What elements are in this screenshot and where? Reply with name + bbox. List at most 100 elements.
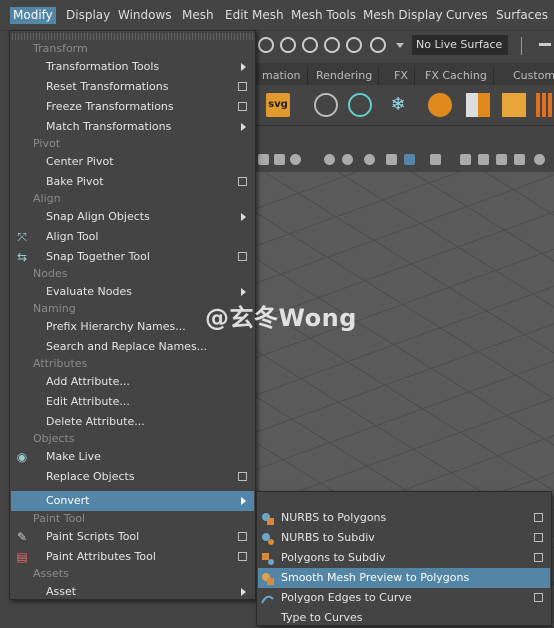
menu-windows[interactable]: Windows — [115, 7, 175, 24]
option-box-icon[interactable] — [534, 553, 543, 562]
menu-curves[interactable]: Curves — [443, 7, 491, 24]
menu-item-snap-together-tool[interactable]: ⇆ Snap Together Tool — [11, 247, 254, 267]
snap-grid-icon[interactable] — [258, 37, 274, 53]
snap-surface-icon[interactable] — [346, 37, 362, 53]
submenu-arrow-icon — [241, 123, 246, 131]
snap-curve-icon[interactable] — [280, 37, 296, 53]
grid-toggle-icon[interactable] — [514, 154, 525, 165]
shading-icon[interactable] — [258, 154, 269, 165]
menu-item-label: Reset Transformations — [46, 80, 169, 93]
option-box-icon[interactable] — [238, 552, 247, 561]
option-box-icon[interactable] — [238, 472, 247, 481]
menu-item-label: Evaluate Nodes — [46, 285, 132, 298]
clock-icon[interactable] — [348, 93, 372, 117]
exposure-icon[interactable] — [534, 154, 545, 165]
snowflake-icon[interactable]: ❄ — [386, 93, 410, 117]
brush-icon: ✎ — [16, 530, 28, 544]
menu-mesh-tools[interactable]: Mesh Tools — [288, 7, 359, 24]
tab-animation[interactable]: mation — [256, 67, 308, 85]
menu-item-reset-transformations[interactable]: Reset Transformations — [11, 77, 254, 97]
option-box-icon[interactable] — [534, 513, 543, 522]
menu-item-label: Prefix Hierarchy Names... — [46, 320, 186, 333]
menu-item-search-replace-names[interactable]: Search and Replace Names... — [11, 337, 254, 357]
menu-item-paint-scripts-tool[interactable]: ✎ Paint Scripts Tool — [11, 527, 254, 547]
menu-item-type-to-curves[interactable]: Type to Curves — [258, 608, 550, 628]
menu-display[interactable]: Display — [63, 7, 113, 24]
option-box-icon[interactable] — [238, 177, 247, 186]
menu-modify[interactable]: Modify — [10, 7, 56, 24]
menu-mesh[interactable]: Mesh — [179, 7, 217, 24]
option-box-icon[interactable] — [238, 102, 247, 111]
section-pivot: Pivot — [33, 137, 61, 150]
menu-item-nurbs-to-polygons[interactable]: NURBS to Polygons — [258, 508, 550, 528]
option-box-icon[interactable] — [238, 82, 247, 91]
menu-item-align-tool[interactable]: ⤧ Align Tool — [11, 227, 254, 247]
menu-item-convert[interactable]: Convert — [11, 491, 254, 511]
watermark: @玄冬Wong — [205, 304, 357, 332]
option-box-icon[interactable] — [238, 532, 247, 541]
gate-icon[interactable] — [478, 154, 489, 165]
menu-item-nurbs-to-subdiv[interactable]: NURBS to Subdiv — [258, 528, 550, 548]
section-paint-tool: Paint Tool — [33, 512, 86, 525]
bake-icon[interactable] — [428, 93, 452, 117]
menu-surfaces[interactable]: Surfaces — [493, 7, 551, 24]
motion-blur-icon[interactable] — [364, 154, 375, 165]
menu-item-paint-attributes-tool[interactable]: ▤ Paint Attributes Tool — [11, 547, 254, 567]
menu-item-delete-attribute[interactable]: Delete Attribute... — [11, 412, 254, 432]
align-tool-icon: ⤧ — [17, 230, 27, 244]
dropdown-arrow-icon[interactable] — [396, 43, 404, 48]
checker-icon[interactable] — [274, 154, 285, 165]
snap-live-icon[interactable] — [370, 37, 386, 53]
menu-item-asset[interactable]: Asset — [11, 582, 254, 602]
aa-icon[interactable] — [386, 154, 397, 165]
magnet-icon: ◉ — [16, 450, 28, 464]
menu-item-freeze-transformations[interactable]: Freeze Transformations — [11, 97, 254, 117]
tab-custom[interactable]: Custom — [507, 67, 554, 85]
menu-item-add-attribute[interactable]: Add Attribute... — [11, 372, 254, 392]
menu-item-center-pivot[interactable]: Center Pivot — [11, 152, 254, 172]
menu-mesh-display[interactable]: Mesh Display — [360, 7, 446, 24]
menu-item-polygon-edges-to-curve[interactable]: Polygon Edges to Curve — [258, 588, 550, 608]
tab-rendering[interactable]: Rendering — [310, 67, 380, 85]
light-icon[interactable] — [290, 154, 301, 165]
option-box-icon[interactable] — [534, 533, 543, 542]
submenu-arrow-icon — [241, 497, 246, 505]
menu-item-make-live[interactable]: ◉ Make Live — [11, 447, 254, 467]
tab-fx-caching[interactable]: FX Caching — [419, 67, 494, 85]
option-box-icon[interactable] — [238, 252, 247, 261]
menu-item-label: NURBS to Polygons — [281, 511, 387, 524]
ao-icon[interactable] — [342, 154, 353, 165]
menu-item-edit-attribute[interactable]: Edit Attribute... — [11, 392, 254, 412]
snap-point-icon[interactable] — [302, 37, 318, 53]
menu-item-smooth-mesh-preview-to-polygons[interactable]: Smooth Mesh Preview to Polygons — [258, 568, 550, 588]
menu-item-replace-objects[interactable]: Replace Objects — [11, 467, 254, 487]
tab-fx[interactable]: FX — [388, 67, 415, 85]
cubes-icon[interactable] — [502, 93, 526, 117]
live-surface-field[interactable]: No Live Surface — [412, 35, 508, 55]
menu-item-label: Align Tool — [46, 230, 99, 243]
menu-item-label: Freeze Transformations — [46, 100, 174, 113]
frame-icon[interactable] — [460, 154, 471, 165]
menu-edit-mesh[interactable]: Edit Mesh — [222, 7, 287, 24]
grid-icon[interactable] — [536, 93, 552, 117]
nurbs-to-subdiv-icon — [260, 531, 275, 546]
menu-item-transformation-tools[interactable]: Transformation Tools — [11, 57, 254, 77]
option-box-icon[interactable] — [534, 593, 543, 602]
safe-icon[interactable] — [496, 154, 507, 165]
menu-item-label: Edit Attribute... — [46, 395, 130, 408]
sphere-tool-icon[interactable] — [314, 93, 338, 117]
svg-icon[interactable]: svg — [266, 93, 290, 117]
isolate-icon[interactable] — [404, 154, 415, 165]
blocks-icon[interactable] — [466, 93, 490, 117]
menu-item-match-transformations[interactable]: Match Transformations — [11, 117, 254, 137]
snap-view-icon[interactable] — [324, 37, 340, 53]
minus-icon[interactable] — [539, 43, 551, 46]
xray-icon[interactable] — [430, 154, 441, 165]
shadow-icon[interactable] — [324, 154, 335, 165]
section-align: Align — [33, 192, 61, 205]
menu-item-polygons-to-subdiv[interactable]: Polygons to Subdiv — [258, 548, 550, 568]
menu-item-snap-align-objects[interactable]: Snap Align Objects — [11, 207, 254, 227]
menu-item-bake-pivot[interactable]: Bake Pivot — [11, 172, 254, 192]
divider — [521, 37, 522, 55]
tear-off-handle[interactable] — [12, 33, 253, 40]
